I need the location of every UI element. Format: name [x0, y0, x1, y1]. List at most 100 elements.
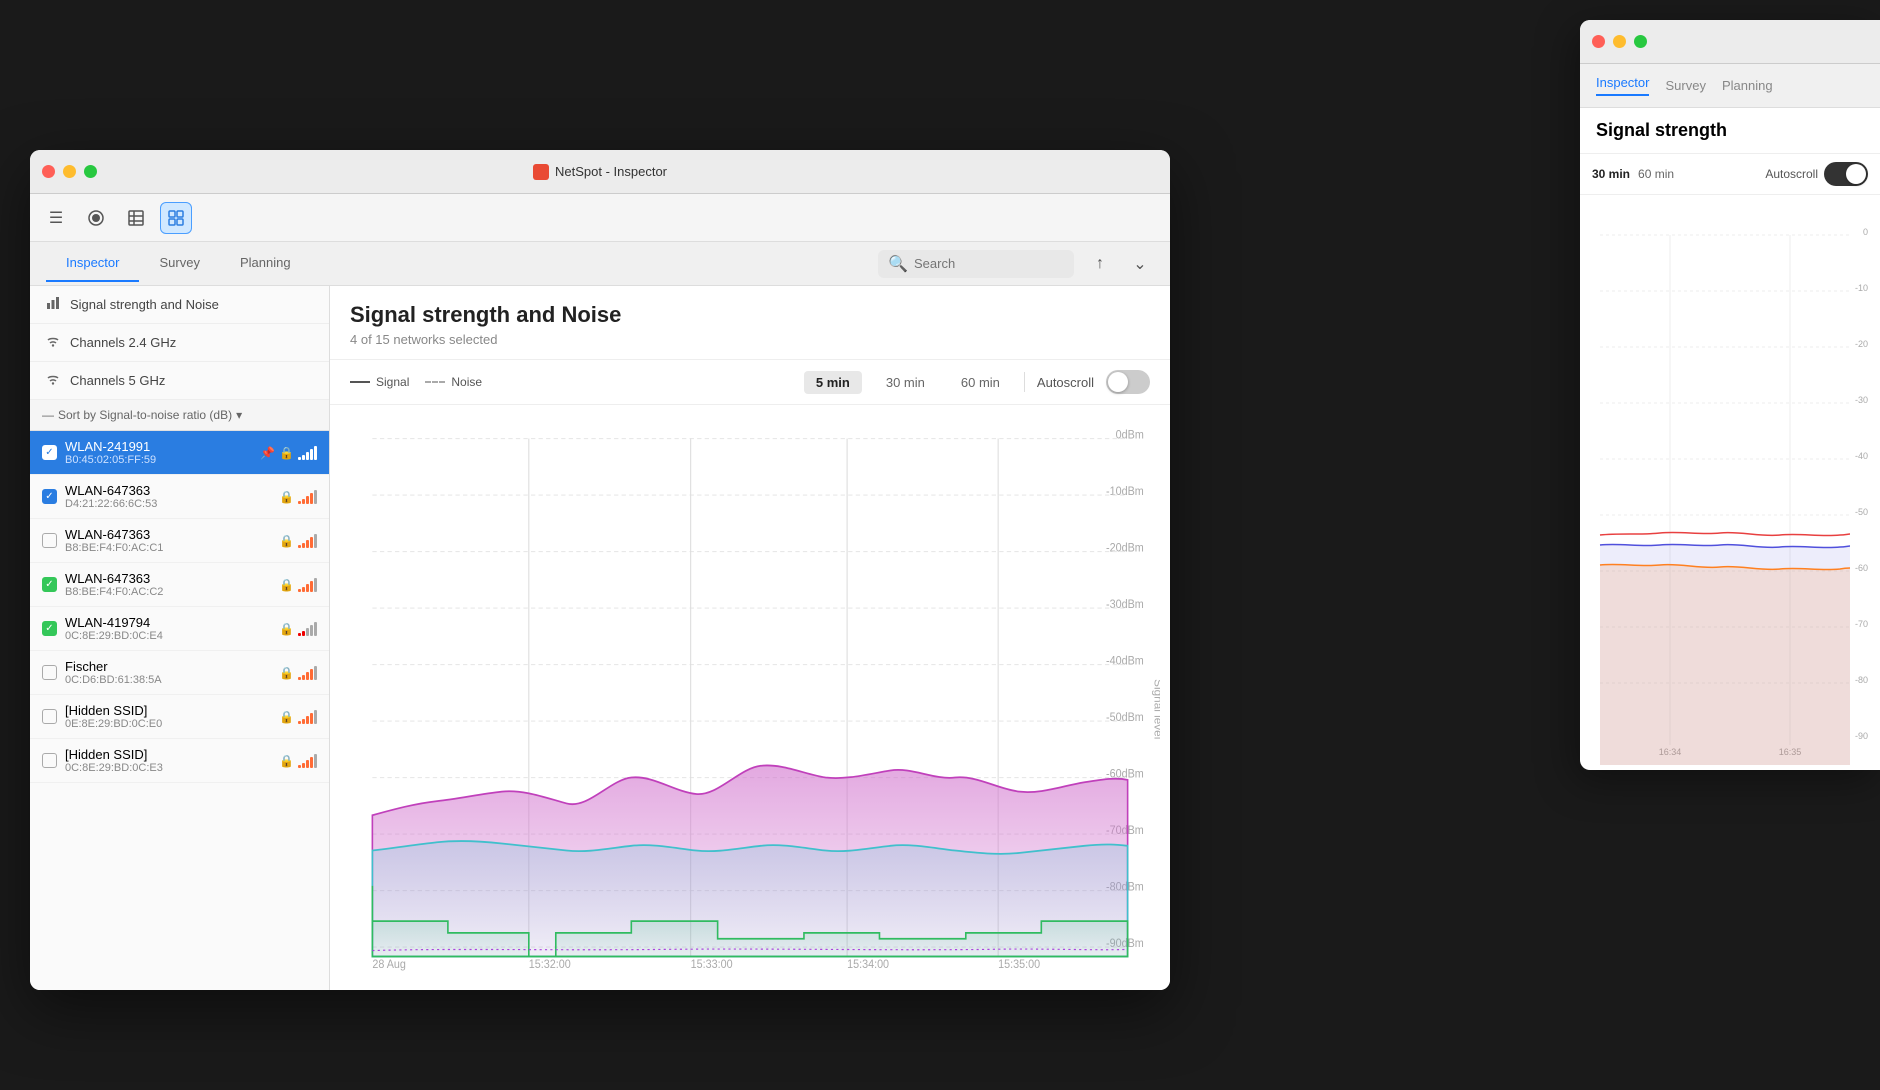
chart-header: Signal strength and Noise 4 of 15 networ… — [330, 286, 1170, 360]
sidebar-channels-5[interactable]: Channels 5 GHz — [30, 362, 329, 400]
legend-noise-label: Noise — [451, 375, 482, 389]
right-nav-planning[interactable]: Planning — [1722, 78, 1773, 93]
table-button[interactable] — [120, 202, 152, 234]
grid-button[interactable] — [160, 202, 192, 234]
network-info: [Hidden SSID] 0C:8E:29:BD:0C:E3 — [65, 747, 271, 774]
network-checkbox[interactable] — [42, 665, 57, 680]
network-checkbox[interactable]: ✓ — [42, 577, 57, 592]
network-mac: B0:45:02:05:FF:59 — [65, 454, 252, 466]
network-name: WLAN-241991 — [65, 439, 252, 454]
signal-line-icon — [350, 381, 370, 383]
close-button[interactable] — [42, 165, 55, 178]
legend-signal-label: Signal — [376, 375, 409, 389]
tab-planning[interactable]: Planning — [220, 245, 311, 282]
main-window: NetSpot - Inspector ☰ Inspector Survey P… — [30, 150, 1170, 990]
legend-signal: Signal — [350, 375, 409, 389]
network-checkbox[interactable]: ✓ — [42, 489, 57, 504]
search-box[interactable]: 🔍 — [878, 250, 1074, 278]
right-panel: Inspector Survey Planning Signal strengt… — [1580, 20, 1880, 770]
right-autoscroll-toggle[interactable] — [1824, 162, 1868, 186]
network-checkbox[interactable] — [42, 533, 57, 548]
network-checkbox[interactable]: ✓ — [42, 621, 57, 636]
sort-bar[interactable]: — Sort by Signal-to-noise ratio (dB) ▾ — [30, 400, 329, 431]
minimize-button-right[interactable] — [1613, 35, 1626, 48]
lock-icon: 🔒 — [279, 490, 294, 504]
signal-bar-5 — [314, 578, 317, 592]
network-checkbox[interactable]: ✓ — [42, 445, 57, 460]
signal-bar-2 — [302, 587, 305, 592]
signal-bar-4 — [310, 581, 313, 592]
right-nav-inspector[interactable]: Inspector — [1596, 75, 1649, 96]
network-item[interactable]: [Hidden SSID] 0E:8E:29:BD:0C:E0 🔒 — [30, 695, 329, 739]
wifi-5-icon — [46, 372, 60, 389]
hamburger-button[interactable]: ☰ — [40, 202, 72, 234]
network-icons: 🔒 — [279, 666, 317, 680]
right-30min-button[interactable]: 30 min — [1592, 167, 1630, 181]
right-orange-fill — [1600, 564, 1850, 765]
network-mac: B8:BE:F4:F0:AC:C2 — [65, 586, 271, 598]
signal-bar-1 — [298, 589, 301, 592]
network-info: WLAN-647363 B8:BE:F4:F0:AC:C2 — [65, 571, 271, 598]
signal-bars — [298, 666, 317, 680]
network-item[interactable]: ✓ WLAN-241991 B0:45:02:05:FF:59 📌 🔒 — [30, 431, 329, 475]
maximize-button-right[interactable] — [1634, 35, 1647, 48]
svg-text:28 Aug: 28 Aug — [372, 959, 406, 972]
share-button[interactable]: ↑ — [1086, 250, 1114, 278]
search-input[interactable] — [914, 256, 1064, 271]
tab-inspector[interactable]: Inspector — [46, 245, 139, 282]
svg-text:15:32:00: 15:32:00 — [529, 959, 571, 972]
title-text: NetSpot - Inspector — [555, 164, 667, 179]
signal-bar-5 — [314, 754, 317, 768]
chart-area: Signal strength and Noise 4 of 15 networ… — [330, 286, 1170, 990]
autoscroll-toggle[interactable] — [1106, 370, 1150, 394]
signal-bars — [298, 622, 317, 636]
network-list: ✓ WLAN-241991 B0:45:02:05:FF:59 📌 🔒 — [30, 431, 329, 990]
time-30min-button[interactable]: 30 min — [874, 371, 937, 394]
right-autoscroll-label: Autoscroll — [1765, 167, 1818, 181]
network-item[interactable]: ✓ WLAN-419794 0C:8E:29:BD:0C:E4 🔒 — [30, 607, 329, 651]
title-bar: NetSpot - Inspector — [30, 150, 1170, 194]
legend-noise: Noise — [425, 375, 482, 389]
tab-survey[interactable]: Survey — [139, 245, 219, 282]
network-checkbox[interactable] — [42, 709, 57, 724]
network-icons: 🔒 — [279, 534, 317, 548]
signal-bar-3 — [306, 540, 309, 548]
network-name: WLAN-647363 — [65, 571, 271, 586]
network-item[interactable]: ✓ WLAN-647363 B8:BE:F4:F0:AC:C2 🔒 — [30, 563, 329, 607]
time-60min-button[interactable]: 60 min — [949, 371, 1012, 394]
close-button-right[interactable] — [1592, 35, 1605, 48]
signal-bar-4 — [310, 669, 313, 680]
network-item[interactable]: Fischer 0C:D6:BD:61:38:5A 🔒 — [30, 651, 329, 695]
svg-text:-80: -80 — [1855, 675, 1868, 685]
signal-bar-5 — [314, 622, 317, 636]
right-chart: 0 -10 -20 -30 -40 -50 -60 -70 -80 -90 16… — [1580, 195, 1880, 770]
signal-bar-2 — [302, 455, 305, 460]
signal-bar-5 — [314, 710, 317, 724]
signal-bar-4 — [310, 713, 313, 724]
signal-bar-4 — [310, 493, 313, 504]
right-60min-button[interactable]: 60 min — [1638, 167, 1674, 181]
signal-bar-2 — [302, 719, 305, 724]
toolbar: ☰ — [30, 194, 1170, 242]
network-item[interactable]: WLAN-647363 B8:BE:F4:F0:AC:C1 🔒 — [30, 519, 329, 563]
time-5min-button[interactable]: 5 min — [804, 371, 862, 394]
signal-bar-1 — [298, 633, 301, 636]
right-panel-nav: Inspector Survey Planning — [1580, 64, 1880, 108]
signal-bar-3 — [306, 716, 309, 724]
signal-bars — [298, 490, 317, 504]
network-item[interactable]: [Hidden SSID] 0C:8E:29:BD:0C:E3 🔒 — [30, 739, 329, 783]
record-button[interactable] — [80, 202, 112, 234]
network-mac: B8:BE:F4:F0:AC:C1 — [65, 542, 271, 554]
maximize-button[interactable] — [84, 165, 97, 178]
network-info: WLAN-647363 D4:21:22:66:6C:53 — [65, 483, 271, 510]
network-checkbox[interactable] — [42, 753, 57, 768]
network-item[interactable]: ✓ WLAN-647363 D4:21:22:66:6C:53 🔒 — [30, 475, 329, 519]
lock-icon: 🔒 — [279, 578, 294, 592]
sidebar-signal-strength[interactable]: Signal strength and Noise — [30, 286, 329, 324]
window-title: NetSpot - Inspector — [533, 164, 667, 180]
main-content: Signal strength and Noise Channels 2.4 G… — [30, 286, 1170, 990]
right-nav-survey[interactable]: Survey — [1665, 78, 1705, 93]
minimize-button[interactable] — [63, 165, 76, 178]
more-button[interactable]: ⌄ — [1126, 250, 1154, 278]
sidebar-channels-24[interactable]: Channels 2.4 GHz — [30, 324, 329, 362]
